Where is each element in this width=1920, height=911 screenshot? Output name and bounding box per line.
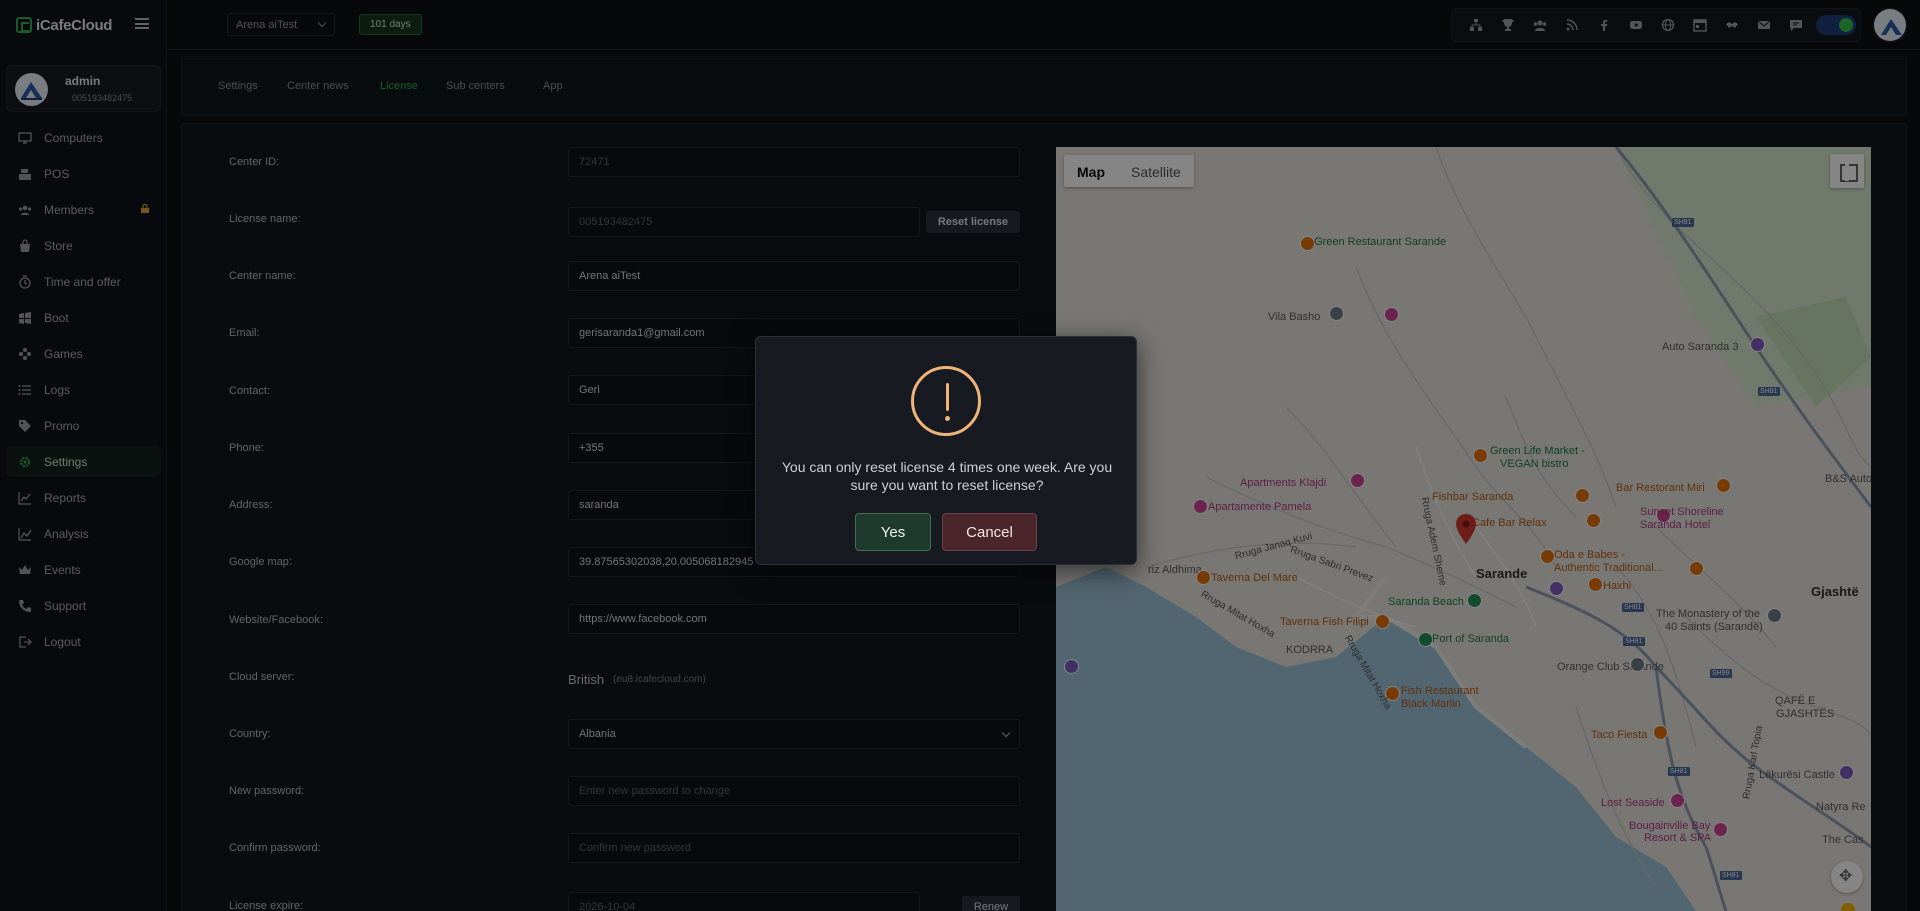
- confirm-yes-button[interactable]: Yes: [855, 513, 931, 551]
- cancel-button[interactable]: Cancel: [942, 513, 1037, 551]
- reset-license-confirm-dialog: You can only reset license 4 times one w…: [755, 336, 1137, 565]
- warning-icon: [911, 366, 981, 436]
- dialog-message: You can only reset license 4 times one w…: [781, 459, 1113, 493]
